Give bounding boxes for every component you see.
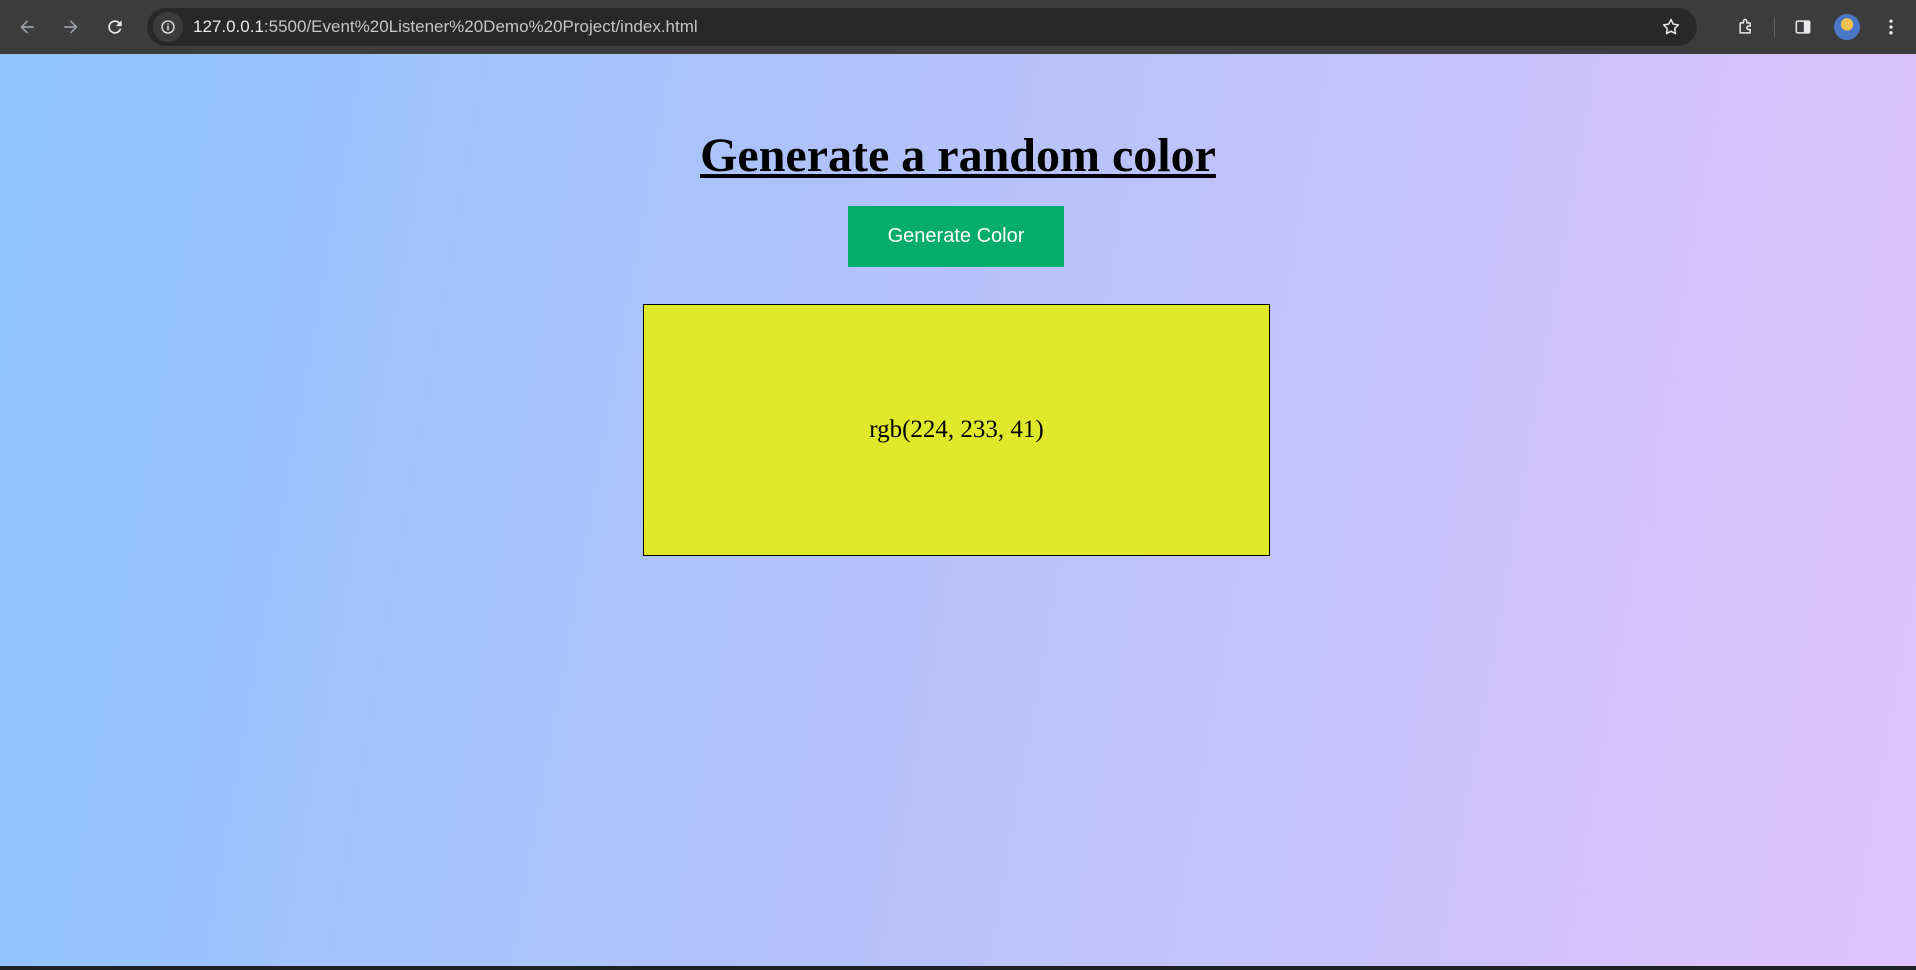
url-text[interactable]: 127.0.0.1:5500/Event%20Listener%20Demo%2… [193,17,698,37]
color-value-text: rgb(224, 233, 41) [869,416,1044,443]
side-panel-icon[interactable] [1786,10,1820,44]
profile-avatar[interactable] [1830,10,1864,44]
url-host: 127.0.0.1 [193,17,264,36]
page-title: Generate a random color [700,129,1216,182]
toolbar-right [1724,0,1916,54]
generate-color-button[interactable]: Generate Color [848,206,1064,267]
reload-icon[interactable] [98,10,132,44]
page-viewport: Generate a random color Generate Color r… [0,54,1916,966]
back-arrow-icon[interactable] [10,10,44,44]
extensions-icon[interactable] [1729,10,1763,44]
site-info-icon[interactable] [153,12,183,42]
address-bar[interactable]: 127.0.0.1:5500/Event%20Listener%20Demo%2… [147,8,1697,46]
color-display-box: rgb(224, 233, 41) [643,304,1270,556]
browser-toolbar: 127.0.0.1:5500/Event%20Listener%20Demo%2… [0,0,1916,54]
window-bottom-edge [0,966,1916,970]
toolbar-divider [1774,17,1775,37]
url-path: :5500/Event%20Listener%20Demo%20Project/… [263,17,698,36]
forward-arrow-icon[interactable] [54,10,88,44]
avatar-image [1834,14,1860,40]
bookmark-star-icon[interactable] [1659,15,1683,39]
more-menu-icon[interactable] [1874,10,1908,44]
